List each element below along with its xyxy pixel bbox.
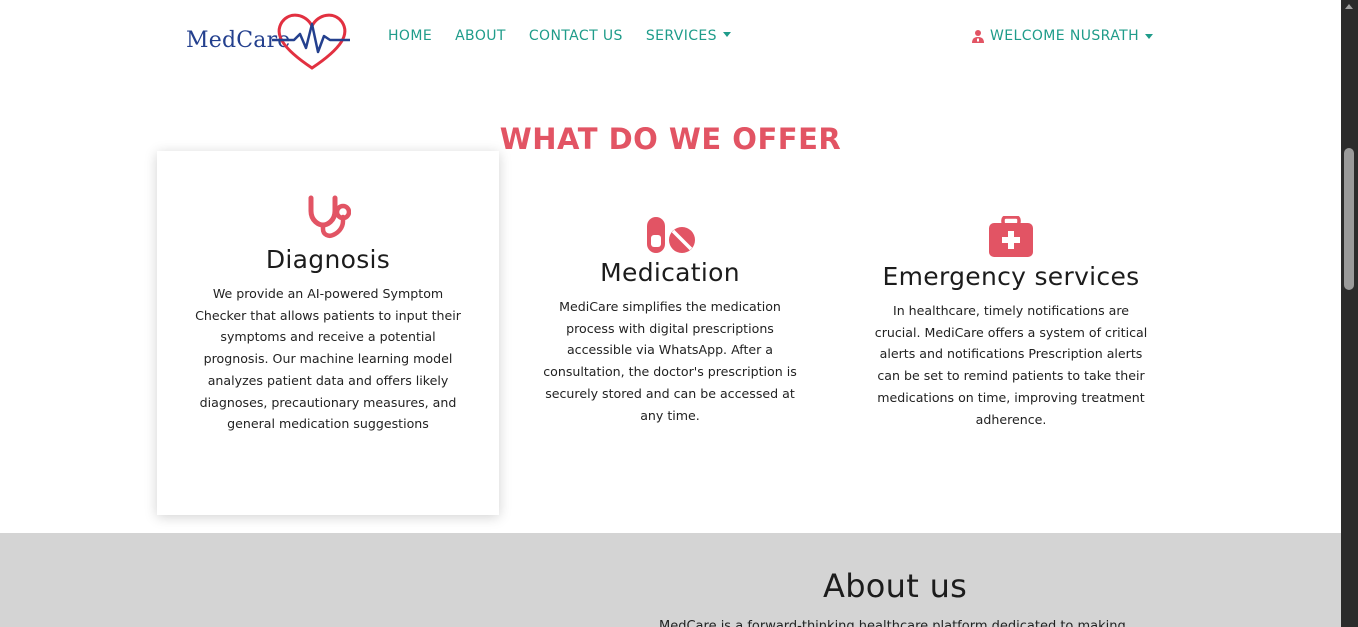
navbar: MedCare HOME ABOUT CONTACT US SERVICES W… [0,0,1341,78]
offer-description: In healthcare, timely notifications are … [874,303,1148,427]
nav-about[interactable]: ABOUT [455,28,506,44]
vertical-scrollbar[interactable] [1341,0,1358,627]
nav-home[interactable]: HOME [388,28,432,44]
about-text: MedCare is a forward-thinking healthcare… [659,619,1126,627]
nav-services-dropdown[interactable]: SERVICES [646,28,731,44]
offer-description: We provide an AI-powered Symptom Checker… [195,286,461,432]
nav-services-label: SERVICES [645,28,717,44]
about-section: About us MedCare is a forward-thinking h… [0,533,1341,627]
about-title: About us [823,567,968,605]
offer-title: Diagnosis [265,245,391,274]
chevron-down-icon [1145,33,1153,39]
offer-card-emergency: Emergency services In healthcare, timely… [870,216,1152,430]
page: MedCare HOME ABOUT CONTACT US SERVICES W… [0,0,1341,627]
offer-title: Emergency services [882,262,1140,291]
user-menu-label: WELCOME NUSRATH [990,28,1139,44]
first-aid-kit-icon [989,216,1033,257]
offer-description: MediCare simplifies the medication proce… [543,299,797,423]
offer-card-diagnosis: Diagnosis We provide an AI-powered Sympt… [190,195,466,435]
medcare-logo[interactable]: MedCare [186,12,352,72]
offer-title: Medication [600,258,740,287]
nav-links: HOME ABOUT CONTACT US SERVICES [388,28,754,44]
offer-card-medication: Medication MediCare simplifies the medic… [540,216,800,426]
heart-pulse-icon [272,13,350,70]
pills-icon [647,217,695,253]
scrollbar-thumb[interactable] [1344,148,1354,290]
section-title: WHAT DO WE OFFER [499,122,842,156]
user-menu-dropdown[interactable]: WELCOME NUSRATH [971,28,1153,44]
user-doctor-icon [972,30,984,43]
scroll-up-arrow-icon[interactable] [1345,4,1353,9]
nav-contact-us[interactable]: CONTACT US [529,28,623,44]
chevron-down-icon [722,32,731,37]
stethoscope-icon [308,195,351,238]
